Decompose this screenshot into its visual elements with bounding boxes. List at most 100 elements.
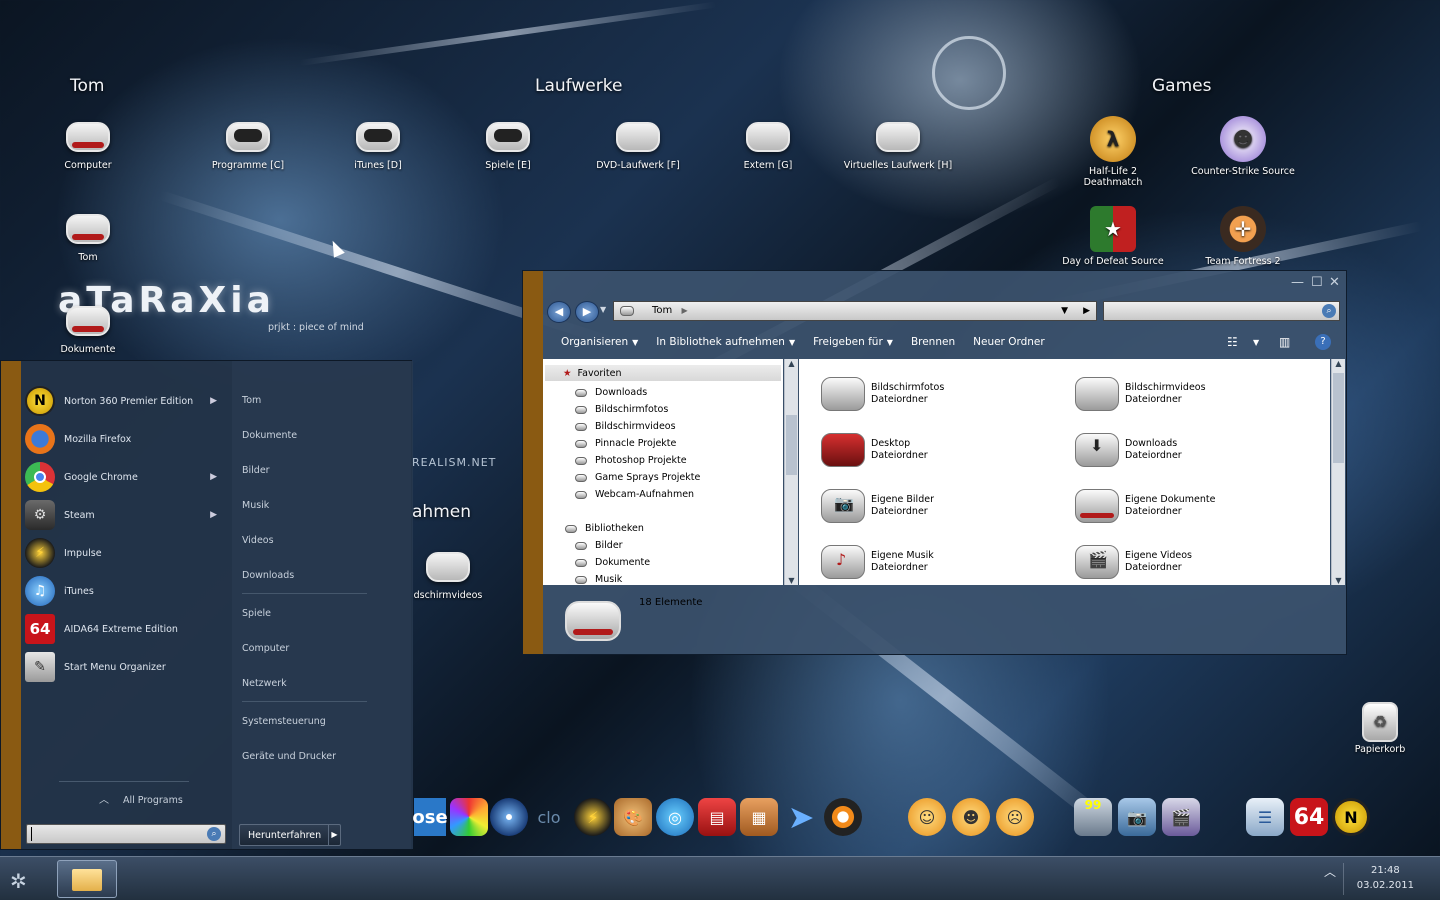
system-clock[interactable]: 21:48 03.02.2011	[1357, 863, 1414, 893]
desktop-icon-halflife[interactable]: λ Half-Life 2 Deathmatch	[1048, 116, 1178, 188]
desktop-icon-extern[interactable]: Extern [G]	[703, 118, 833, 171]
program-item-itunes[interactable]: ♫ iTunes	[25, 573, 225, 609]
emoticon-app-icon[interactable]: ☻	[952, 798, 990, 836]
scroll-up-icon[interactable]: ▲	[785, 359, 798, 368]
file-item[interactable]: Bildschirmvideos Dateiordner	[1075, 377, 1206, 411]
nav-item-gamesprays[interactable]: Game Sprays Projekte	[575, 472, 700, 483]
nav-libraries-header[interactable]: Bibliotheken	[565, 523, 644, 534]
desktop-icon-programme[interactable]: Programme [C]	[183, 118, 313, 171]
organize-menu[interactable]: Organisieren ▼	[561, 336, 638, 348]
place-link-bilder[interactable]: Bilder	[242, 465, 270, 476]
nav-item-downloads[interactable]: Downloads	[575, 387, 647, 398]
desktop-icon-dokumente[interactable]: Dokumente	[23, 302, 153, 355]
forward-button[interactable]: ▶	[575, 301, 599, 323]
desktop-icon-tom[interactable]: Tom	[23, 210, 153, 263]
nav-item-photoshop[interactable]: Photoshop Projekte	[575, 455, 687, 466]
cursor-app-icon[interactable]: ➤	[782, 798, 820, 836]
messenger-icon[interactable]: ◎	[656, 798, 694, 836]
program-item-organizer[interactable]: ✎ Start Menu Organizer	[25, 649, 225, 685]
desktop-icon-itunes-drive[interactable]: iTunes [D]	[313, 118, 443, 171]
program-item-firefox[interactable]: Mozilla Firefox	[25, 421, 225, 457]
impulse-dock-icon[interactable]: ⚡	[574, 798, 612, 836]
nav-item-bildschirmvideos[interactable]: Bildschirmvideos	[575, 421, 676, 432]
aida64-dock-icon[interactable]: 64	[1290, 798, 1328, 836]
target-app-icon[interactable]	[824, 798, 862, 836]
program-item-norton[interactable]: N Norton 360 Premier Edition ▶	[25, 383, 225, 419]
program-item-steam[interactable]: ⚙ Steam ▶	[25, 497, 225, 533]
place-link-spiele[interactable]: Spiele	[242, 608, 271, 619]
package-icon[interactable]: ▦	[740, 798, 778, 836]
scroll-thumb[interactable]	[786, 415, 797, 475]
scroll-down-icon[interactable]: ▼	[1332, 576, 1345, 585]
view-options-icon[interactable]: ☷	[1227, 335, 1238, 349]
desktop-icon-dvd[interactable]: DVD-Laufwerk [F]	[573, 118, 703, 171]
book-icon[interactable]: ▤	[698, 798, 736, 836]
view-dropdown-icon[interactable]: ▼	[1253, 338, 1259, 347]
desktop-icon-virtuelles[interactable]: Virtuelles Laufwerk [H]	[833, 118, 963, 171]
content-scrollbar[interactable]: ▲ ▼	[1331, 359, 1345, 585]
dock-partial-app-icon[interactable]: ose	[412, 798, 448, 836]
refresh-arrow-icon[interactable]: ▶	[1083, 302, 1090, 320]
photos-pinwheel-icon[interactable]	[450, 798, 488, 836]
nav-item-bilder[interactable]: Bilder	[575, 540, 623, 551]
history-dropdown-icon[interactable]: ▼	[600, 305, 606, 314]
video-app-icon[interactable]: 🎬	[1162, 798, 1200, 836]
nav-item-pinnacle[interactable]: Pinnacle Projekte	[575, 438, 676, 449]
scroll-thumb[interactable]	[1333, 373, 1344, 463]
nav-favorites-header[interactable]: ★ Favoriten	[545, 365, 781, 381]
all-programs-button[interactable]: ︿ All Programs	[99, 791, 183, 806]
close-icon[interactable]: ✕	[1329, 275, 1340, 290]
nav-item-musik[interactable]: Musik	[575, 574, 622, 585]
norton-dock-icon[interactable]: N	[1332, 798, 1370, 836]
program-item-impulse[interactable]: ⚡ Impulse	[25, 535, 225, 571]
desktop-icon-cs[interactable]: ☻ Counter-Strike Source	[1178, 116, 1308, 177]
desktop-icon-spiele[interactable]: Spiele [E]	[443, 118, 573, 171]
control-panel-icon[interactable]: ☰	[1246, 798, 1284, 836]
file-item[interactable]: Eigene Dokumente Dateiordner	[1075, 489, 1215, 523]
share-menu[interactable]: Freigeben für ▼	[813, 336, 893, 348]
explorer-search-input[interactable]: ⌕	[1103, 301, 1340, 321]
burn-button[interactable]: Brennen	[911, 336, 955, 348]
show-hidden-icons-icon[interactable]: ︿	[1324, 863, 1336, 880]
place-link-musik[interactable]: Musik	[242, 500, 269, 511]
search-icon[interactable]: ⌕	[1322, 304, 1336, 318]
camera-app-icon[interactable]: 📷	[1118, 798, 1156, 836]
program-item-aida64[interactable]: 64 AIDA64 Extreme Edition	[25, 611, 225, 647]
nav-item-dokumente[interactable]: Dokumente	[575, 557, 650, 568]
desktop-icon-papierkorb[interactable]: ♻ Papierkorb	[1315, 702, 1440, 755]
emoticon-app-icon[interactable]: ☹	[996, 798, 1034, 836]
back-button[interactable]: ◀	[547, 301, 571, 323]
file-item[interactable]: ⬇ Downloads Dateiordner	[1075, 433, 1182, 467]
place-link-tom[interactable]: Tom	[242, 395, 261, 406]
place-link-systemsteuerung[interactable]: Systemsteuerung	[242, 716, 326, 727]
search-icon[interactable]: ⌕	[207, 827, 221, 841]
start-button-icon[interactable]: ✲	[10, 869, 27, 893]
monitor-badge-icon[interactable]: 99	[1074, 798, 1112, 836]
file-item[interactable]: Desktop Dateiordner	[821, 433, 928, 467]
new-folder-button[interactable]: Neuer Ordner	[973, 336, 1045, 348]
nav-item-webcam[interactable]: Webcam-Aufnahmen	[575, 489, 694, 500]
place-link-dokumente[interactable]: Dokumente	[242, 430, 297, 441]
desktop-icon-tf2[interactable]: ✛ Team Fortress 2	[1178, 206, 1308, 267]
address-bar[interactable]: Tom ▶ ▼ ▶	[613, 301, 1097, 321]
place-link-downloads[interactable]: Downloads	[242, 570, 294, 581]
file-item[interactable]: ♪ Eigene Musik Dateiordner	[821, 545, 934, 579]
nav-scrollbar[interactable]: ▲ ▼	[784, 359, 798, 585]
maximize-icon[interactable]: ☐	[1311, 275, 1323, 290]
place-link-computer[interactable]: Computer	[242, 643, 289, 654]
desktop-icon-dod[interactable]: ★ Day of Defeat Source	[1048, 206, 1178, 267]
program-item-chrome[interactable]: Google Chrome ▶	[25, 459, 225, 495]
place-link-videos[interactable]: Videos	[242, 535, 274, 546]
media-disc-icon[interactable]	[490, 798, 528, 836]
place-link-geraete[interactable]: Geräte und Drucker	[242, 751, 336, 762]
emoticon-app-icon[interactable]: ☺	[908, 798, 946, 836]
scroll-down-icon[interactable]: ▼	[785, 576, 798, 585]
include-library-menu[interactable]: In Bibliothek aufnehmen ▼	[656, 336, 795, 348]
file-item[interactable]: 🎬 Eigene Videos Dateiordner	[1075, 545, 1192, 579]
desktop-icon-computer[interactable]: Computer	[23, 118, 153, 171]
shutdown-button[interactable]: Herunterfahren ▶	[239, 824, 341, 846]
taskbar-explorer-button[interactable]	[57, 860, 117, 898]
place-link-netzwerk[interactable]: Netzwerk	[242, 678, 287, 689]
address-dropdown-icon[interactable]: ▼	[1061, 302, 1068, 320]
file-item[interactable]: Bildschirmfotos Dateiordner	[821, 377, 944, 411]
